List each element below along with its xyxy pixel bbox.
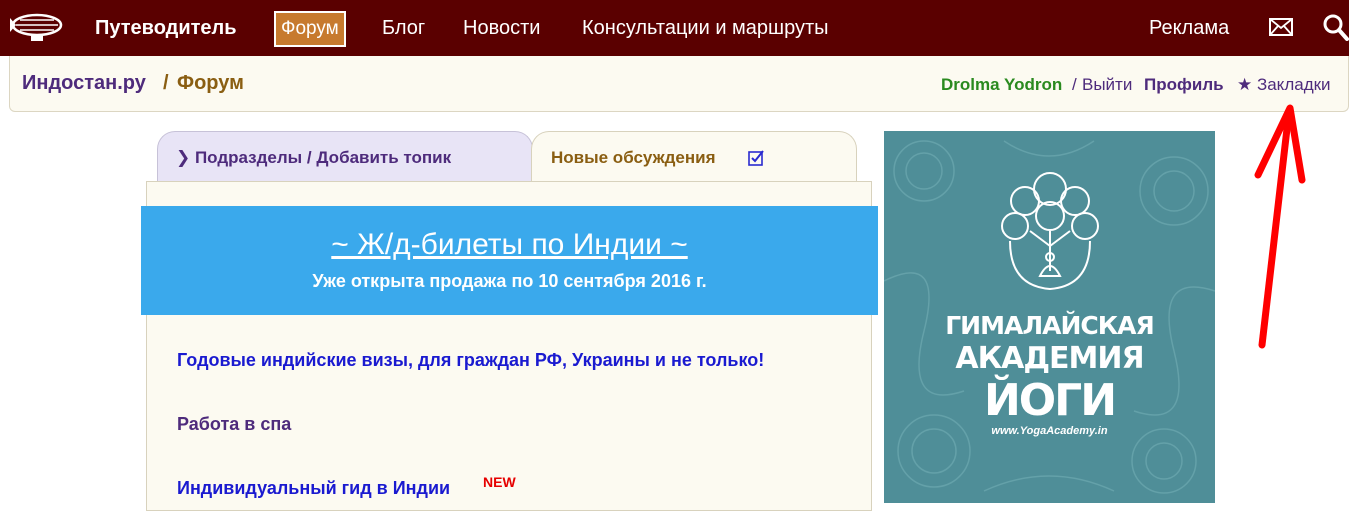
profile-link[interactable]: Профиль — [1144, 75, 1224, 95]
user-separator: / — [1072, 75, 1077, 94]
nav-forum[interactable]: Форум — [274, 11, 346, 47]
breadcrumb-forum-link[interactable]: Форум — [177, 72, 244, 95]
logout-link[interactable]: Выйти — [1082, 75, 1132, 95]
topic-link[interactable]: Работа в спа — [177, 414, 291, 435]
promo-banner[interactable]: ~ Ж/д-билеты по Индии ~ Уже открыта прод… — [141, 206, 878, 315]
tab-subsections[interactable]: ❯ Подразделы / Добавить топик — [157, 131, 533, 183]
breadcrumb-bar: Индостан.ру / Форум Drolma Yodron / Выйт… — [9, 56, 1349, 112]
new-badge: NEW — [483, 474, 516, 490]
ad-line-2: АКАДЕМИЯ — [955, 341, 1144, 376]
bookmarks-link[interactable]: ★ Закладки — [1237, 75, 1331, 95]
tab-new-discussions-label: Новые обсуждения — [551, 148, 716, 167]
breadcrumb-separator: / — [163, 72, 169, 94]
yoga-academy-ad[interactable]: ГИМАЛАЙСКАЯ АКАДЕМИЯ ЙОГИ www.YogaAcadem… — [884, 131, 1215, 503]
top-nav-bar: Путеводитель Форум Блог Новости Консульт… — [0, 0, 1349, 56]
breadcrumb-site-link[interactable]: Индостан.ру — [22, 72, 146, 95]
topic-link[interactable]: Индивидуальный гид в Индии — [177, 478, 450, 499]
nav-blog[interactable]: Блог — [382, 14, 425, 42]
nav-guide[interactable]: Путеводитель — [95, 14, 237, 42]
tab-subsections-label: ❯ Подразделы / Добавить топик — [176, 148, 452, 167]
ad-url: www.YogaAcademy.in — [991, 425, 1108, 437]
nav-consultations[interactable]: Консультации и маршруты — [582, 14, 829, 42]
nav-ads[interactable]: Реклама — [1149, 14, 1229, 42]
banner-subtitle: Уже открыта продажа по 10 сентября 2016 … — [312, 271, 707, 291]
ad-line-3: ЙОГИ — [983, 375, 1117, 426]
ad-line-1: ГИМАЛАЙСКАЯ — [945, 311, 1155, 340]
nav-news[interactable]: Новости — [463, 14, 540, 42]
annotation-arrow-icon — [1254, 104, 1306, 349]
tree-logo-icon — [1001, 172, 1099, 291]
checkbox-checked-icon[interactable] — [748, 150, 764, 166]
topic-link[interactable]: Годовые индийские визы, для граждан РФ, … — [177, 350, 764, 371]
airship-logo-icon[interactable] — [6, 12, 64, 44]
banner-title-link[interactable]: ~ Ж/д-билеты по Индии ~ — [141, 228, 878, 262]
tab-new-discussions[interactable]: Новые обсуждения — [531, 131, 857, 183]
username-link[interactable]: Drolma Yodron — [941, 75, 1062, 95]
search-icon[interactable] — [1322, 13, 1349, 41]
mail-icon[interactable] — [1269, 18, 1293, 36]
